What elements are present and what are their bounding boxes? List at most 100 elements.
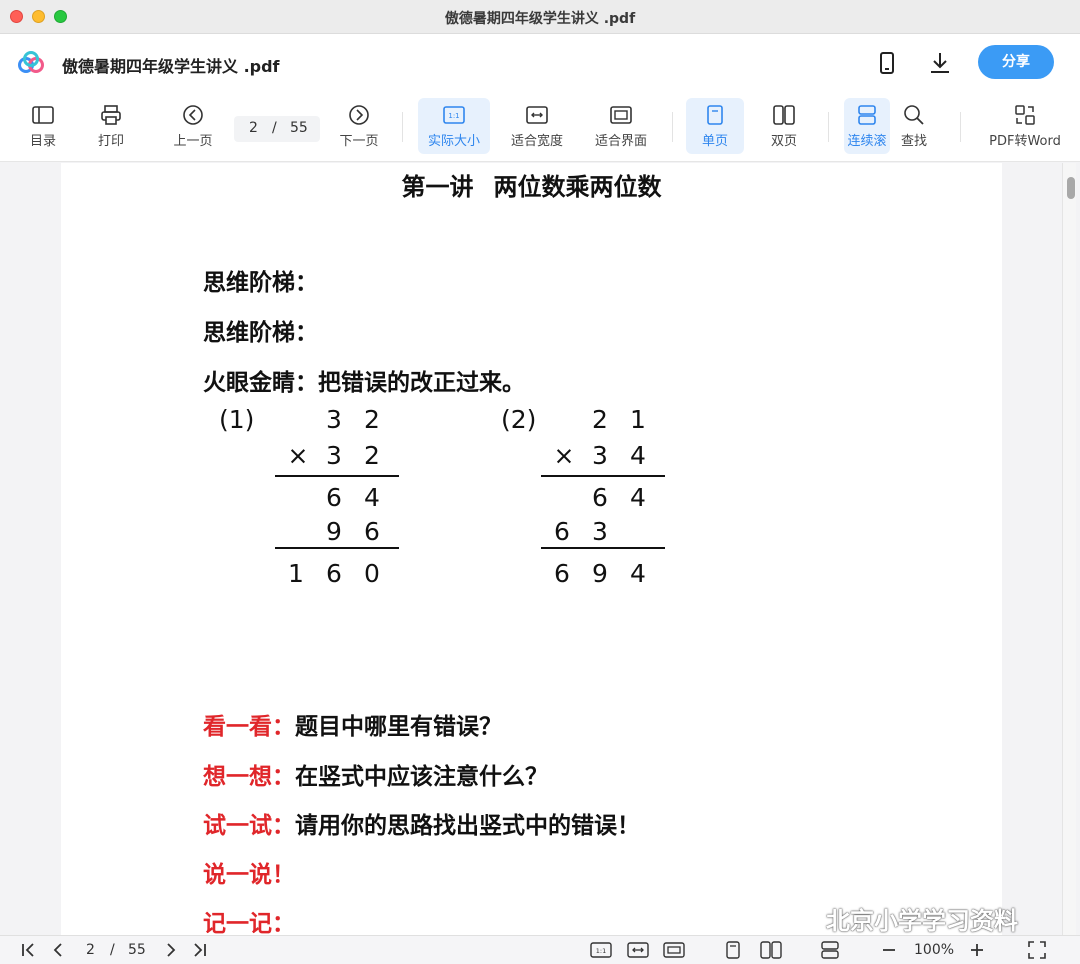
chevron-left-circle-icon — [183, 105, 203, 125]
digit: 4 — [630, 559, 646, 588]
prompt-look-text: 题目中哪里有错误？ — [295, 714, 502, 740]
watermark: 北京小学学习资料 — [788, 901, 1018, 935]
print-label: 打印 — [97, 134, 124, 149]
sum-line — [541, 475, 665, 477]
lecture-topic: 两位数乘两位数 — [493, 173, 662, 201]
scrollbar-thumb[interactable] — [1067, 177, 1075, 199]
zoom-in-icon[interactable] — [968, 940, 986, 960]
sum-line — [275, 547, 399, 549]
actual-size-icon[interactable]: 1:1 — [590, 940, 612, 960]
zoom-out-icon[interactable] — [880, 940, 898, 960]
problem-1-calculation: (1) 3 2 × 3 2 6 4 9 6 1 6 0 — [211, 405, 421, 595]
page-number-input[interactable]: 2 / 55 — [234, 116, 320, 142]
digit: 1 — [288, 559, 304, 588]
digit: 4 — [630, 483, 646, 512]
bottom-bar: 2 / 55 1:1 100% — [0, 935, 1080, 964]
sum-line — [541, 547, 665, 549]
prompt-think: 想一想：在竖式中应该注意什么？ — [203, 757, 548, 791]
fit-width-button[interactable]: 适合宽度 — [502, 98, 572, 154]
prompt-say-label: 说一说！ — [203, 862, 295, 888]
digit: 3 — [592, 517, 608, 546]
exercise-instruction: 火眼金睛：把错误的改正过来。 — [203, 370, 525, 396]
double-page-icon[interactable] — [760, 940, 782, 960]
double-page-button[interactable]: 双页 — [756, 98, 812, 154]
toolbar: 目录 打印 上一页 2 / 55 下一页 1:1 实际大小 适合宽度 适合界面 … — [0, 92, 1080, 162]
app-header: 傲德暑期四年级学生讲义 .pdf 分享 — [0, 34, 1080, 92]
pdf-to-word-label: PDF转Word — [989, 134, 1061, 149]
fit-page-icon[interactable] — [663, 940, 685, 960]
problem-label: (2) — [501, 405, 537, 434]
find-button[interactable]: 查找 — [890, 98, 938, 154]
fit-page-button[interactable]: 适合界面 — [586, 98, 656, 154]
actual-size-label: 实际大小 — [427, 134, 480, 149]
app-window: 傲德暑期四年级学生讲义 .pdf 傲德暑期四年级学生讲义 .pdf 分享 目录 … — [0, 0, 1080, 964]
digit: 1 — [630, 405, 646, 434]
prompt-note-label: 记一记： — [203, 911, 295, 935]
page-separator: / — [272, 120, 277, 136]
prompt-try: 试一试：请用你的思路找出竖式中的错误！ — [203, 806, 640, 840]
toc-button[interactable]: 目录 — [18, 98, 68, 154]
chevron-right-circle-icon — [349, 105, 369, 125]
search-icon — [904, 105, 924, 125]
single-page-icon[interactable] — [724, 940, 742, 960]
digit: 2 — [592, 405, 608, 434]
find-label: 查找 — [900, 134, 927, 149]
problem-2-calculation: (2) 2 1 × 3 4 6 4 6 3 6 9 4 — [491, 405, 701, 595]
continuous-scroll-icon[interactable] — [820, 940, 840, 960]
actual-size-button[interactable]: 1:1 实际大小 — [418, 98, 490, 154]
document-viewport[interactable]: 第一讲 两位数乘两位数 思维阶梯： 思维阶梯： 火眼金睛：把错误的改正过来。 (1… — [0, 163, 1080, 935]
fit-width-icon — [526, 106, 548, 124]
single-page-button[interactable]: 单页 — [686, 98, 744, 154]
download-icon[interactable] — [927, 50, 953, 76]
zoom-level[interactable]: 100% — [914, 942, 954, 958]
digit: 6 — [554, 559, 570, 588]
lecture-title: 第一讲 两位数乘两位数 — [61, 167, 1002, 202]
title-bar: 傲德暑期四年级学生讲义 .pdf — [0, 0, 1080, 34]
svg-text:1:1: 1:1 — [596, 947, 606, 955]
convert-icon — [1015, 105, 1035, 125]
prompt-look: 看一看：题目中哪里有错误？ — [203, 707, 502, 741]
prompt-look-label: 看一看： — [203, 714, 295, 740]
prev-page-icon[interactable] — [50, 940, 66, 960]
digit: 4 — [364, 483, 380, 512]
next-page-button[interactable]: 下一页 — [332, 98, 386, 154]
double-page-label: 双页 — [770, 134, 797, 149]
digit: 0 — [364, 559, 380, 588]
bottom-page-separator: / — [110, 942, 115, 958]
continuous-scroll-label: 连续滚 — [847, 134, 887, 149]
cloud-logo-icon — [18, 51, 44, 73]
digit: 6 — [326, 559, 342, 588]
phone-icon[interactable] — [874, 50, 900, 76]
share-button[interactable]: 分享 — [978, 45, 1054, 79]
next-page-icon[interactable] — [163, 940, 179, 960]
digit: 9 — [592, 559, 608, 588]
last-page-icon[interactable] — [190, 940, 208, 960]
continuous-scroll-button[interactable]: 连续滚 — [844, 98, 890, 154]
digit: 6 — [554, 517, 570, 546]
actual-size-icon: 1:1 — [443, 106, 465, 124]
bottom-current-page[interactable]: 2 — [86, 942, 95, 958]
single-page-label: 单页 — [701, 134, 728, 149]
pdf-to-word-button[interactable]: PDF转Word — [982, 98, 1068, 154]
print-button[interactable]: 打印 — [86, 98, 136, 154]
window-title: 傲德暑期四年级学生讲义 .pdf — [444, 11, 636, 27]
document-title: 傲德暑期四年级学生讲义 .pdf — [62, 57, 280, 76]
fit-width-icon[interactable] — [627, 940, 649, 960]
continuous-scroll-icon — [858, 105, 876, 125]
double-page-icon — [773, 105, 795, 125]
fullscreen-icon[interactable] — [1027, 940, 1047, 960]
multiply-sign: × — [553, 441, 575, 470]
prev-page-button[interactable]: 上一页 — [166, 98, 220, 154]
first-page-icon[interactable] — [20, 940, 38, 960]
section-heading: 思维阶梯： — [203, 320, 318, 346]
watermark-text: 北京小学学习资料 — [826, 907, 1018, 935]
section-heading: 思维阶梯： — [203, 270, 318, 296]
digit: 6 — [592, 483, 608, 512]
toolbar-divider — [402, 112, 403, 142]
vertical-scrollbar[interactable] — [1062, 163, 1076, 935]
toolbar-divider — [960, 112, 961, 142]
toolbar-divider — [672, 112, 673, 142]
digit: 3 — [326, 441, 342, 470]
fit-page-icon — [610, 106, 632, 124]
toolbar-divider — [828, 112, 829, 142]
